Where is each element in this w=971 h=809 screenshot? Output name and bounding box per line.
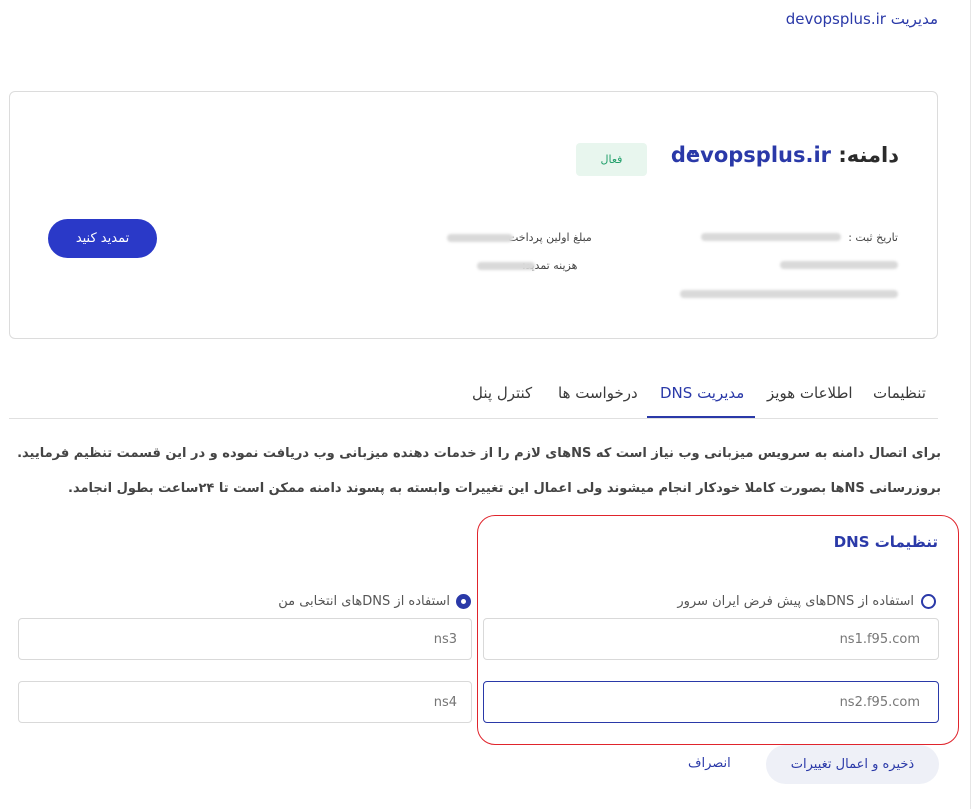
ns3-input[interactable] (18, 618, 472, 660)
tab-dns[interactable]: مدیریت DNS (660, 384, 744, 402)
tabs-divider (9, 418, 938, 419)
tab-requests[interactable]: درخواست ها (558, 384, 638, 402)
first-payment-label: مبلغ اولین پرداخت (508, 231, 592, 244)
radio-default-dns-label[interactable]: استفاده از DNSهای پیش فرض ایران سرور (677, 594, 914, 609)
register-date-value (701, 233, 841, 241)
dns-settings-title: تنظیمات DNS (833, 533, 938, 551)
dns-description: برای اتصال دامنه به سرویس میزبانی وب نیا… (17, 446, 941, 496)
radio-custom-dns[interactable] (456, 594, 471, 609)
first-payment-value (447, 234, 513, 242)
ns1-input[interactable] (483, 618, 939, 660)
domain-info-card (9, 91, 938, 339)
domain-label: دامنه: (838, 143, 899, 167)
chevron-down-icon[interactable] (689, 150, 697, 155)
save-button[interactable]: ذخیره و اعمال تغییرات (766, 745, 939, 784)
ns2-input[interactable] (483, 681, 939, 723)
status-badge: فعال (576, 143, 647, 176)
expire-date-value (780, 261, 898, 269)
domain-title: دامنه: devopsplus.ir (671, 143, 899, 167)
ns4-input[interactable] (18, 681, 472, 723)
breadcrumb: مدیریت devopsplus.ir (786, 10, 938, 28)
tab-control-panel[interactable]: کنترل پنل (472, 384, 532, 402)
tab-settings[interactable]: تنظیمات (873, 384, 926, 402)
breadcrumb-prefix: مدیریت (890, 10, 938, 28)
tab-whois[interactable]: اطلاعات هویز (767, 384, 853, 402)
renewal-cost-value (477, 262, 535, 270)
active-tab-indicator (647, 416, 755, 418)
radio-custom-dns-label[interactable]: استفاده از DNSهای انتخابی من (278, 594, 450, 609)
radio-default-dns[interactable] (921, 594, 936, 609)
domain-name: devopsplus.ir (670, 143, 831, 167)
renew-button[interactable]: تمدید کنید (48, 219, 157, 258)
register-date-label: تاریخ ثبت : (848, 231, 898, 244)
cancel-button[interactable]: انصراف (688, 756, 731, 771)
breadcrumb-domain[interactable]: devopsplus.ir (786, 10, 886, 28)
identifier-value (680, 290, 898, 298)
